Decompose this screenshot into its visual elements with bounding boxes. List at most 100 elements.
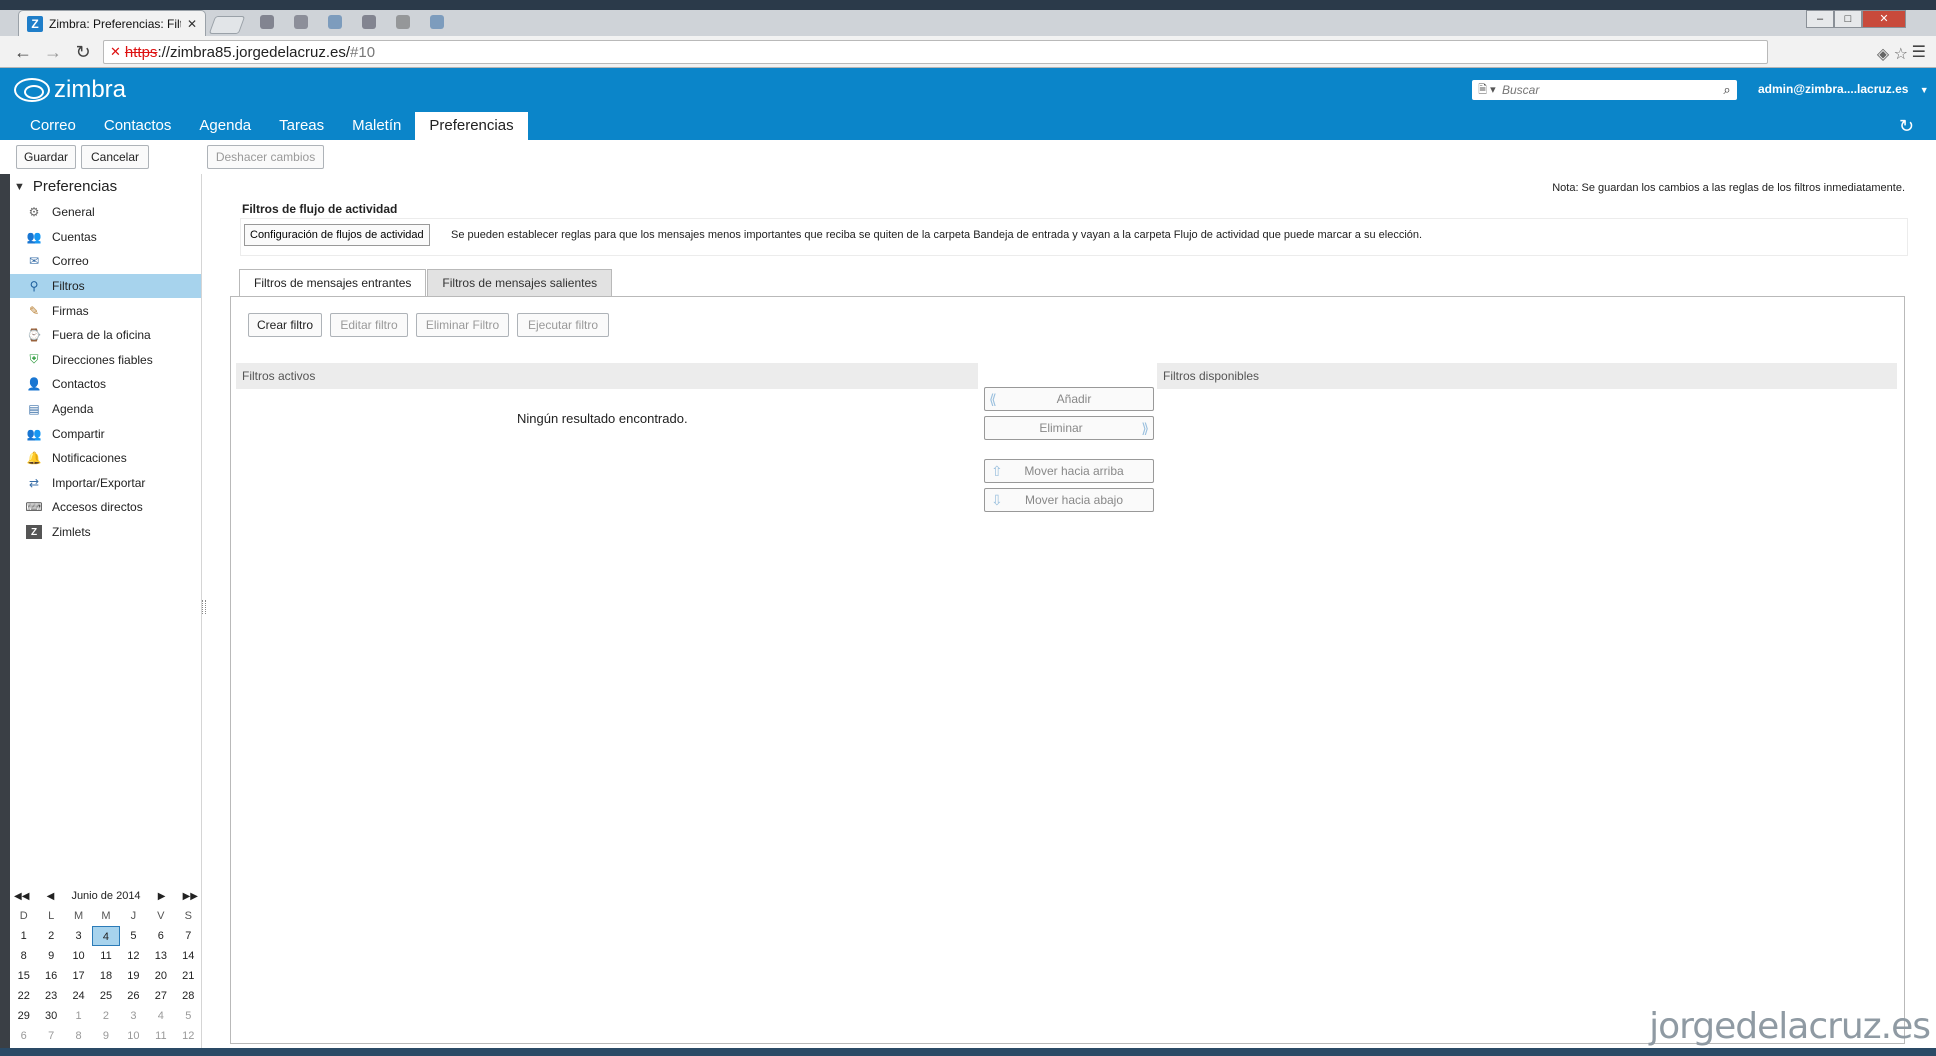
tab-contacts[interactable]: Contactos — [90, 112, 186, 140]
sidebar-item-out-of-office[interactable]: ⌚ Fuera de la oficina — [10, 323, 201, 348]
sidebar-item-notifications[interactable]: 🔔 Notificaciones — [10, 446, 201, 471]
calendar-day[interactable]: 11 — [92, 946, 119, 966]
calendar-day[interactable]: 5 — [175, 1006, 202, 1026]
scrollbar[interactable] — [1912, 140, 1936, 1048]
calendar-day[interactable]: 7 — [37, 1026, 64, 1046]
calendar-day[interactable]: 10 — [120, 1026, 147, 1046]
calendar-day[interactable]: 24 — [65, 986, 92, 1006]
reload-icon[interactable]: ↻ — [72, 42, 94, 62]
tab-outgoing-filters[interactable]: Filtros de mensajes salientes — [427, 269, 613, 297]
calendar-day[interactable]: 1 — [10, 926, 37, 946]
calendar-day[interactable]: 9 — [92, 1026, 119, 1046]
calendar-day[interactable]: 25 — [92, 986, 119, 1006]
sidebar-item-contacts[interactable]: 👤 Contactos — [10, 372, 201, 397]
tab-briefcase[interactable]: Maletín — [338, 112, 415, 140]
tab-incoming-filters[interactable]: Filtros de mensajes entrantes — [239, 269, 427, 297]
calendar-day[interactable]: 9 — [37, 946, 64, 966]
sidebar-item-trusted-addresses[interactable]: ⛨ Direcciones fiables — [10, 348, 201, 373]
browser-menu-icon[interactable]: ☰ — [1912, 42, 1926, 62]
calendar-day[interactable]: 5 — [120, 926, 147, 946]
collapse-triangle-icon[interactable]: ▼ — [14, 181, 25, 193]
calendar-day[interactable]: 4 — [147, 1006, 174, 1026]
create-filter-button[interactable]: Crear filtro — [248, 313, 322, 337]
sidebar-header[interactable]: ▼ Preferencias — [14, 178, 117, 195]
calendar-day[interactable]: 3 — [65, 926, 92, 946]
forward-icon[interactable]: → — [42, 42, 64, 62]
calendar-day[interactable]: 7 — [175, 926, 202, 946]
calendar-day[interactable]: 18 — [92, 966, 119, 986]
calendar-day[interactable]: 16 — [37, 966, 64, 986]
calendar-day[interactable]: 23 — [37, 986, 64, 1006]
calendar-day[interactable]: 26 — [120, 986, 147, 1006]
calendar-day[interactable]: 12 — [120, 946, 147, 966]
zimbra-logo[interactable]: zimbra — [14, 76, 126, 104]
sidebar-item-signatures[interactable]: ✎ Firmas — [10, 298, 201, 323]
calendar-day[interactable]: 28 — [175, 986, 202, 1006]
calendar-day[interactable]: 6 — [10, 1026, 37, 1046]
search-type-dropdown-icon[interactable]: 🗎 ▾ — [1472, 81, 1502, 100]
calendar-day[interactable]: 29 — [10, 1006, 37, 1026]
save-button[interactable]: Guardar — [16, 145, 76, 169]
calendar-day[interactable]: 6 — [147, 926, 174, 946]
calendar-day[interactable]: 2 — [37, 926, 64, 946]
close-tab-icon[interactable]: ✕ — [187, 17, 197, 31]
calendar-day[interactable]: 15 — [10, 966, 37, 986]
calendar-day[interactable]: 12 — [175, 1026, 202, 1046]
minimize-icon[interactable]: – — [1806, 10, 1834, 28]
sidebar-item-general[interactable]: ⚙ General — [10, 200, 201, 225]
sidebar-item-accounts[interactable]: 👥 Cuentas — [10, 225, 201, 250]
calendar-day[interactable]: 3 — [120, 1006, 147, 1026]
prev-year-icon[interactable]: ◀◀ — [14, 891, 29, 902]
sidebar-item-shortcuts[interactable]: ⌨ Accesos directos — [10, 495, 201, 520]
sidebar-resize-handle[interactable] — [202, 600, 206, 614]
calendar-day[interactable]: 11 — [147, 1026, 174, 1046]
remove-filter-button[interactable]: Eliminar ⟫ — [984, 416, 1154, 440]
calendar-day[interactable]: 30 — [37, 1006, 64, 1026]
window-close-icon[interactable]: ✕ — [1862, 10, 1906, 28]
search-input[interactable] — [1502, 83, 1717, 97]
sidebar-item-calendar[interactable]: ▤ Agenda — [10, 397, 201, 422]
url-input[interactable]: ✕ https ://zimbra85.jorgedelacruz.es/ #1… — [103, 40, 1768, 64]
calendar-day[interactable]: 2 — [92, 1006, 119, 1026]
undo-changes-button[interactable]: Deshacer cambios — [207, 145, 324, 169]
calendar-day[interactable]: 27 — [147, 986, 174, 1006]
maximize-icon[interactable]: □ — [1834, 10, 1862, 28]
back-icon[interactable]: ← — [12, 42, 34, 62]
calendar-day[interactable]: 19 — [120, 966, 147, 986]
bookmark-star-icon[interactable]: ◈ ☆ — [1877, 44, 1908, 64]
move-down-button[interactable]: ⇩ Mover hacia abajo — [984, 488, 1154, 512]
calendar-day[interactable]: 1 — [65, 1006, 92, 1026]
calendar-day[interactable]: 21 — [175, 966, 202, 986]
run-filter-button[interactable]: Ejecutar filtro — [517, 313, 609, 337]
calendar-day[interactable]: 17 — [65, 966, 92, 986]
tab-calendar[interactable]: Agenda — [185, 112, 265, 140]
prev-month-icon[interactable]: ◀ — [47, 891, 55, 902]
search-icon[interactable]: ⌕ — [1717, 82, 1737, 98]
calendar-day[interactable]: 8 — [65, 1026, 92, 1046]
calendar-day[interactable]: 4 — [92, 926, 120, 946]
move-up-button[interactable]: ⇧ Mover hacia arriba — [984, 459, 1154, 483]
add-filter-button[interactable]: ⟪ Añadir — [984, 387, 1154, 411]
calendar-day[interactable]: 10 — [65, 946, 92, 966]
calendar-day[interactable]: 8 — [10, 946, 37, 966]
edit-filter-button[interactable]: Editar filtro — [330, 313, 408, 337]
sidebar-item-zimlets[interactable]: Z Zimlets — [10, 520, 201, 545]
calendar-day[interactable]: 20 — [147, 966, 174, 986]
refresh-icon[interactable]: ↻ — [1899, 116, 1914, 137]
browser-tab[interactable]: Z Zimbra: Preferencias: Filtr ✕ — [18, 10, 206, 36]
activity-stream-config-button[interactable]: Configuración de flujos de actividad — [244, 224, 430, 246]
delete-filter-button[interactable]: Eliminar Filtro — [416, 313, 509, 337]
calendar-day[interactable]: 14 — [175, 946, 202, 966]
user-menu[interactable]: admin@zimbra....lacruz.es ▼ — [1758, 82, 1929, 96]
sidebar-item-sharing[interactable]: 👥 Compartir — [10, 421, 201, 446]
next-year-icon[interactable]: ▶▶ — [183, 891, 198, 902]
new-tab-button[interactable] — [208, 16, 246, 34]
sidebar-item-import-export[interactable]: ⇄ Importar/Exportar — [10, 471, 201, 496]
calendar-day[interactable]: 22 — [10, 986, 37, 1006]
calendar-day[interactable]: 13 — [147, 946, 174, 966]
sidebar-item-mail[interactable]: ✉ Correo — [10, 249, 201, 274]
tab-mail[interactable]: Correo — [16, 112, 90, 140]
next-month-icon[interactable]: ▶ — [158, 891, 166, 902]
cancel-button[interactable]: Cancelar — [81, 145, 149, 169]
tab-tasks[interactable]: Tareas — [265, 112, 338, 140]
